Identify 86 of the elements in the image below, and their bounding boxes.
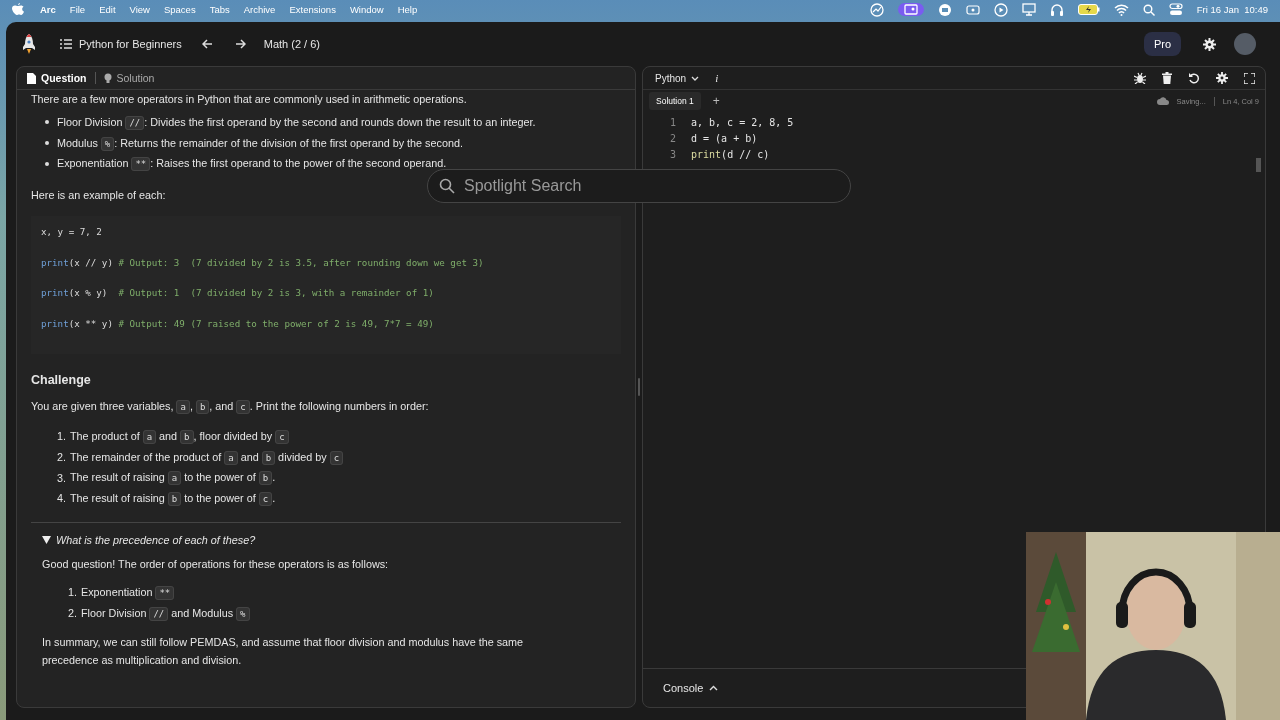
add-tab-button[interactable]: + (708, 94, 724, 108)
list-item: Exponentiation ** : Raises the first operand to the power of the second operand. (57, 156, 447, 172)
course-menu-button[interactable]: Python for Beginners (60, 38, 182, 50)
pro-button[interactable]: Pro (1143, 32, 1181, 56)
section-heading: Challenge (31, 372, 92, 389)
menu-item[interactable]: Tabs (209, 4, 230, 15)
console-toggle[interactable]: Console (663, 682, 719, 694)
scrollbar[interactable] (1256, 158, 1261, 172)
bullet-icon (45, 120, 49, 125)
forward-arrow-icon[interactable] (234, 39, 246, 49)
resize-handle[interactable] (638, 378, 640, 396)
list-item: The result of raising a to the power of b . (70, 470, 276, 486)
list-number: 2. (57, 450, 66, 465)
chat-icon[interactable] (937, 2, 952, 17)
lightbulb-icon (103, 72, 112, 84)
paragraph: In summary, we can still follow PEMDAS, and assume that floor division and modulus have the same precedence as multiplication and division. (42, 635, 525, 668)
menu-item[interactable]: View (129, 4, 150, 15)
control-center-icon[interactable] (1168, 3, 1183, 16)
menu-bar-clock[interactable]: Fri 16 Jan 10:49 (1196, 4, 1268, 15)
info-button[interactable]: i (715, 72, 719, 84)
list-item: The result of raising b to the power of c . (70, 491, 276, 506)
document-icon (27, 72, 36, 84)
code-line: print(x // y) # Output: 3 (7 divided by 2 is 3.5, after rounding down we get 3) (41, 256, 485, 270)
monitor-icon[interactable] (1021, 3, 1036, 16)
line-number: 1 (668, 116, 677, 128)
menu-item[interactable]: Archive (243, 4, 276, 15)
line-number: 3 (668, 148, 677, 160)
list-number: 1. (57, 429, 66, 444)
menu-item[interactable]: Window (349, 4, 384, 15)
paragraph: There are a few more operators in Python that are commonly used in arithmetic operations. (31, 92, 468, 107)
code-line: a, b, c = 2, 8, 5 (691, 116, 794, 128)
wifi-icon[interactable] (1113, 3, 1129, 16)
tab[interactable]: Solution (103, 72, 155, 84)
details-toggle[interactable]: What is the precedence of each of these? (42, 532, 256, 547)
code-line: print(x ** y) # Output: 49 (7 raised to the power of 2 is 49, 7*7 = 49) (41, 317, 435, 331)
screen-share-icon[interactable] (897, 3, 924, 16)
list-number: 1. (68, 585, 77, 600)
paragraph: Good question! The order of operations for these operators is as follows: (42, 556, 390, 571)
reset-icon[interactable] (1188, 72, 1200, 84)
code-line: d = (a + b) (691, 132, 758, 144)
menu-item[interactable]: Arc (40, 4, 56, 15)
chart-icon[interactable] (869, 2, 884, 17)
battery-icon[interactable] (1077, 4, 1100, 15)
paragraph: Here is an example of each: (31, 188, 167, 203)
list-item: The remainder of the product of a and b divided by c (70, 449, 344, 465)
list-icon (60, 39, 72, 49)
bullet-icon (45, 161, 49, 166)
screen-icon[interactable] (965, 3, 980, 16)
menu-item[interactable]: Spaces (163, 4, 196, 15)
trash-icon[interactable] (1162, 72, 1172, 84)
cloud-icon (1156, 97, 1169, 105)
search-field[interactable]: Spotlight Search (427, 169, 851, 203)
language-dropdown[interactable]: Python (655, 72, 700, 84)
list-item: Floor Division // and Modulus % (81, 605, 250, 621)
rocket-icon[interactable] (22, 34, 36, 54)
settings-icon[interactable] (1203, 37, 1216, 51)
apple-logo-icon[interactable] (12, 2, 24, 17)
play-icon[interactable] (993, 2, 1008, 17)
list-item: Floor Division // : Divides the first operand by the second and rounds down the result to an integer. (57, 115, 536, 130)
list-item: The product of a and b , floor divided by c (70, 429, 289, 444)
menu-item[interactable]: Edit (99, 4, 116, 15)
file-tab[interactable]: Solution 1 (649, 92, 701, 110)
list-number: 2. (68, 605, 77, 620)
headphones-icon[interactable] (1049, 2, 1064, 17)
avatar[interactable] (1234, 33, 1256, 55)
list-item: Exponentiation ** (81, 584, 175, 600)
code-line: x, y = 7, 2 (41, 226, 103, 240)
list-number: 3. (57, 470, 66, 485)
chevron-down-icon (691, 75, 700, 81)
bullet-icon (45, 141, 49, 146)
search-icon[interactable] (1142, 3, 1155, 16)
menu-item[interactable]: Help (397, 4, 418, 15)
settings-icon[interactable] (1216, 72, 1228, 84)
paragraph: You are given three variables, a , b , and c . Print the following numbers in order: (31, 399, 430, 415)
code-line: print(x % y) # Output: 1 (7 divided by 2 is 3, with a remainder of 1) (41, 287, 435, 301)
lesson-title: Math (2 / 6) (263, 38, 320, 50)
line-number: 2 (668, 132, 677, 144)
list-number: 4. (57, 491, 66, 506)
list-item: Modulus % : Returns the remainder of the division of the first operand by the second. (57, 135, 463, 151)
code-line: print(d // c) (691, 148, 770, 160)
back-arrow-icon[interactable] (201, 39, 213, 49)
fullscreen-icon[interactable] (1244, 72, 1255, 84)
menu-item[interactable]: Extensions (289, 4, 336, 15)
menu-item[interactable]: File (69, 4, 86, 15)
bug-icon[interactable] (1134, 72, 1146, 84)
tab[interactable]: Question (27, 72, 87, 84)
